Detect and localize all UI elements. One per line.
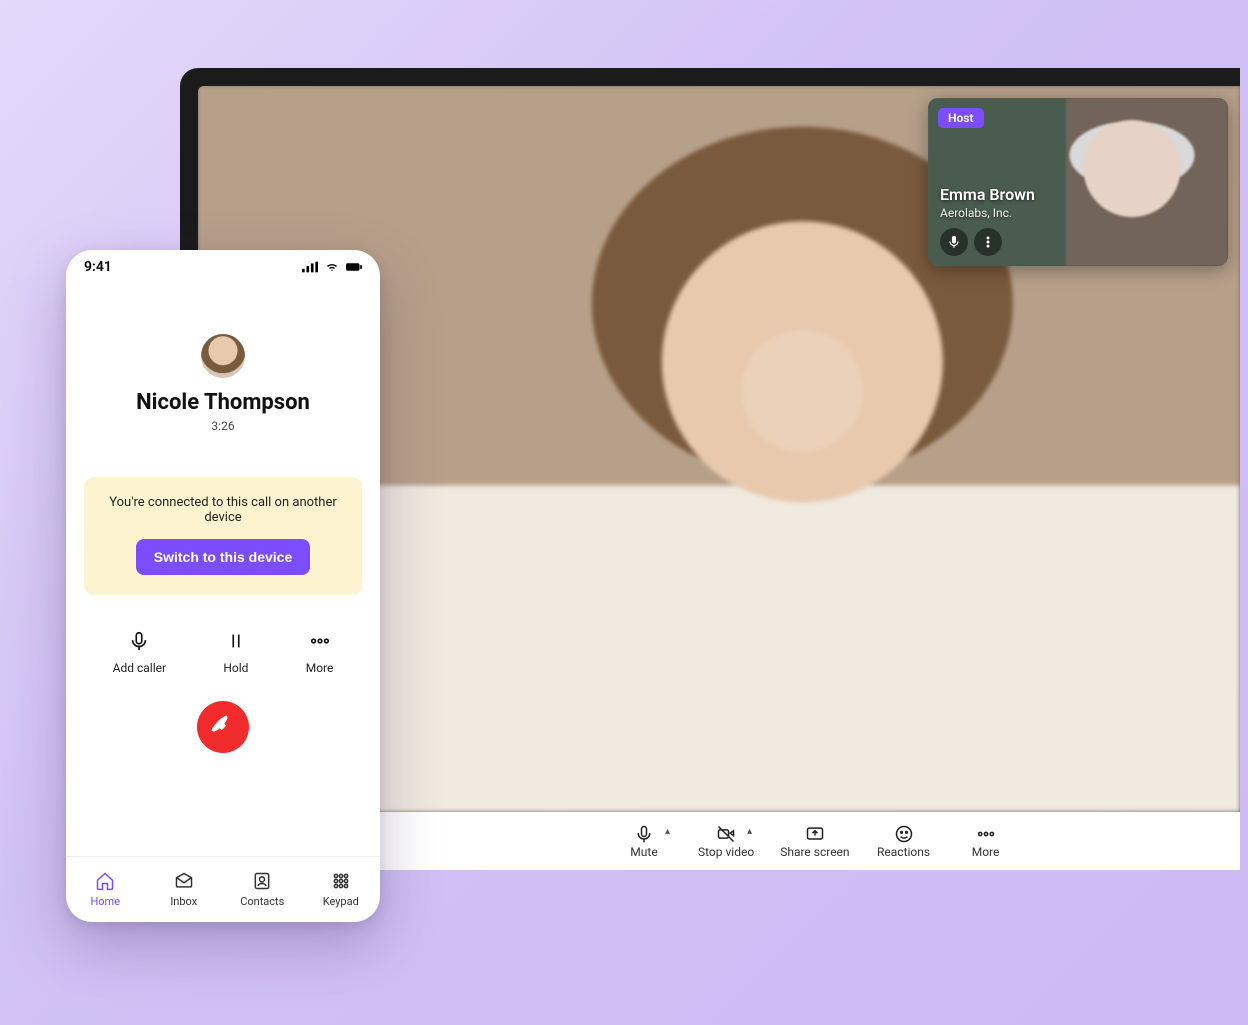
hold-label: Hold: [223, 661, 248, 675]
share-screen-label: Share screen: [780, 845, 849, 859]
chevron-up-icon[interactable]: ▴: [747, 826, 752, 837]
desktop-more-button[interactable]: More: [958, 823, 1014, 859]
nav-inbox[interactable]: Inbox: [145, 857, 224, 922]
stop-video-button[interactable]: ▴ Stop video: [698, 823, 754, 859]
mute-label: Mute: [630, 845, 657, 859]
add-caller-button[interactable]: Add caller: [113, 629, 166, 675]
caller-avatar: [201, 334, 245, 378]
share-screen-icon: [805, 824, 825, 844]
hangup-button[interactable]: [197, 701, 249, 753]
cellular-icon: [302, 261, 318, 273]
mic-icon: [947, 235, 961, 249]
nav-inbox-label: Inbox: [170, 895, 197, 908]
status-time: 9:41: [84, 259, 112, 275]
call-duration: 3:26: [211, 419, 234, 433]
pip-more-button[interactable]: [974, 228, 1002, 256]
pip-participant-name: Emma Brown: [940, 185, 1035, 204]
mute-button[interactable]: ▴ Mute: [616, 823, 672, 859]
phone-nav-bar: Home Inbox Contacts Keypad: [66, 856, 380, 922]
video-off-icon: [716, 824, 736, 844]
desktop-more-label: More: [972, 845, 1000, 859]
nav-keypad[interactable]: Keypad: [302, 857, 381, 922]
chevron-up-icon[interactable]: ▴: [665, 826, 670, 837]
pip-participant-company: Aerolabs, Inc.: [940, 206, 1035, 220]
phone-more-label: More: [306, 661, 334, 675]
home-icon: [95, 871, 115, 891]
caller-name: Nicole Thompson: [136, 390, 310, 415]
phone-hangup-icon: [210, 714, 236, 740]
hold-button[interactable]: Hold: [223, 629, 248, 675]
more-vertical-icon: [981, 235, 995, 249]
phone-more-button[interactable]: More: [306, 629, 334, 675]
pause-icon: [225, 630, 247, 652]
inbox-icon: [174, 871, 194, 891]
phone-status-bar: 9:41: [66, 250, 380, 284]
call-action-row: Add caller Hold More: [84, 629, 362, 675]
host-badge: Host: [938, 108, 984, 128]
smile-icon: [894, 824, 914, 844]
switch-device-button[interactable]: Switch to this device: [136, 539, 310, 575]
battery-icon: [346, 261, 362, 273]
add-caller-label: Add caller: [113, 661, 166, 675]
wifi-icon: [324, 261, 340, 273]
nav-contacts-label: Contacts: [240, 895, 284, 908]
phone-frame: 9:41 Nicole Thompson 3:26 You're connect…: [66, 250, 380, 922]
stop-video-label: Stop video: [698, 845, 754, 859]
reactions-button[interactable]: Reactions: [876, 823, 932, 859]
device-switch-notice: You're connected to this call on another…: [84, 477, 362, 595]
status-indicators: [302, 261, 362, 273]
nav-contacts[interactable]: Contacts: [223, 857, 302, 922]
more-horizontal-icon: [309, 630, 331, 652]
pip-info: Emma Brown Aerolabs, Inc.: [940, 185, 1035, 256]
mic-icon: [634, 824, 654, 844]
pip-mic-button[interactable]: [940, 228, 968, 256]
notice-text: You're connected to this call on another…: [98, 495, 348, 525]
nav-home[interactable]: Home: [66, 857, 145, 922]
keypad-icon: [331, 871, 351, 891]
phone-call-screen: Nicole Thompson 3:26 You're connected to…: [66, 284, 380, 856]
share-screen-button[interactable]: Share screen: [780, 823, 849, 859]
pip-thumbnail[interactable]: Host Emma Brown Aerolabs, Inc.: [928, 98, 1228, 266]
nav-home-label: Home: [90, 895, 120, 908]
reactions-label: Reactions: [877, 845, 930, 859]
contacts-icon: [252, 871, 272, 891]
nav-keypad-label: Keypad: [323, 895, 359, 908]
more-horizontal-icon: [976, 824, 996, 844]
mic-icon: [128, 630, 150, 652]
